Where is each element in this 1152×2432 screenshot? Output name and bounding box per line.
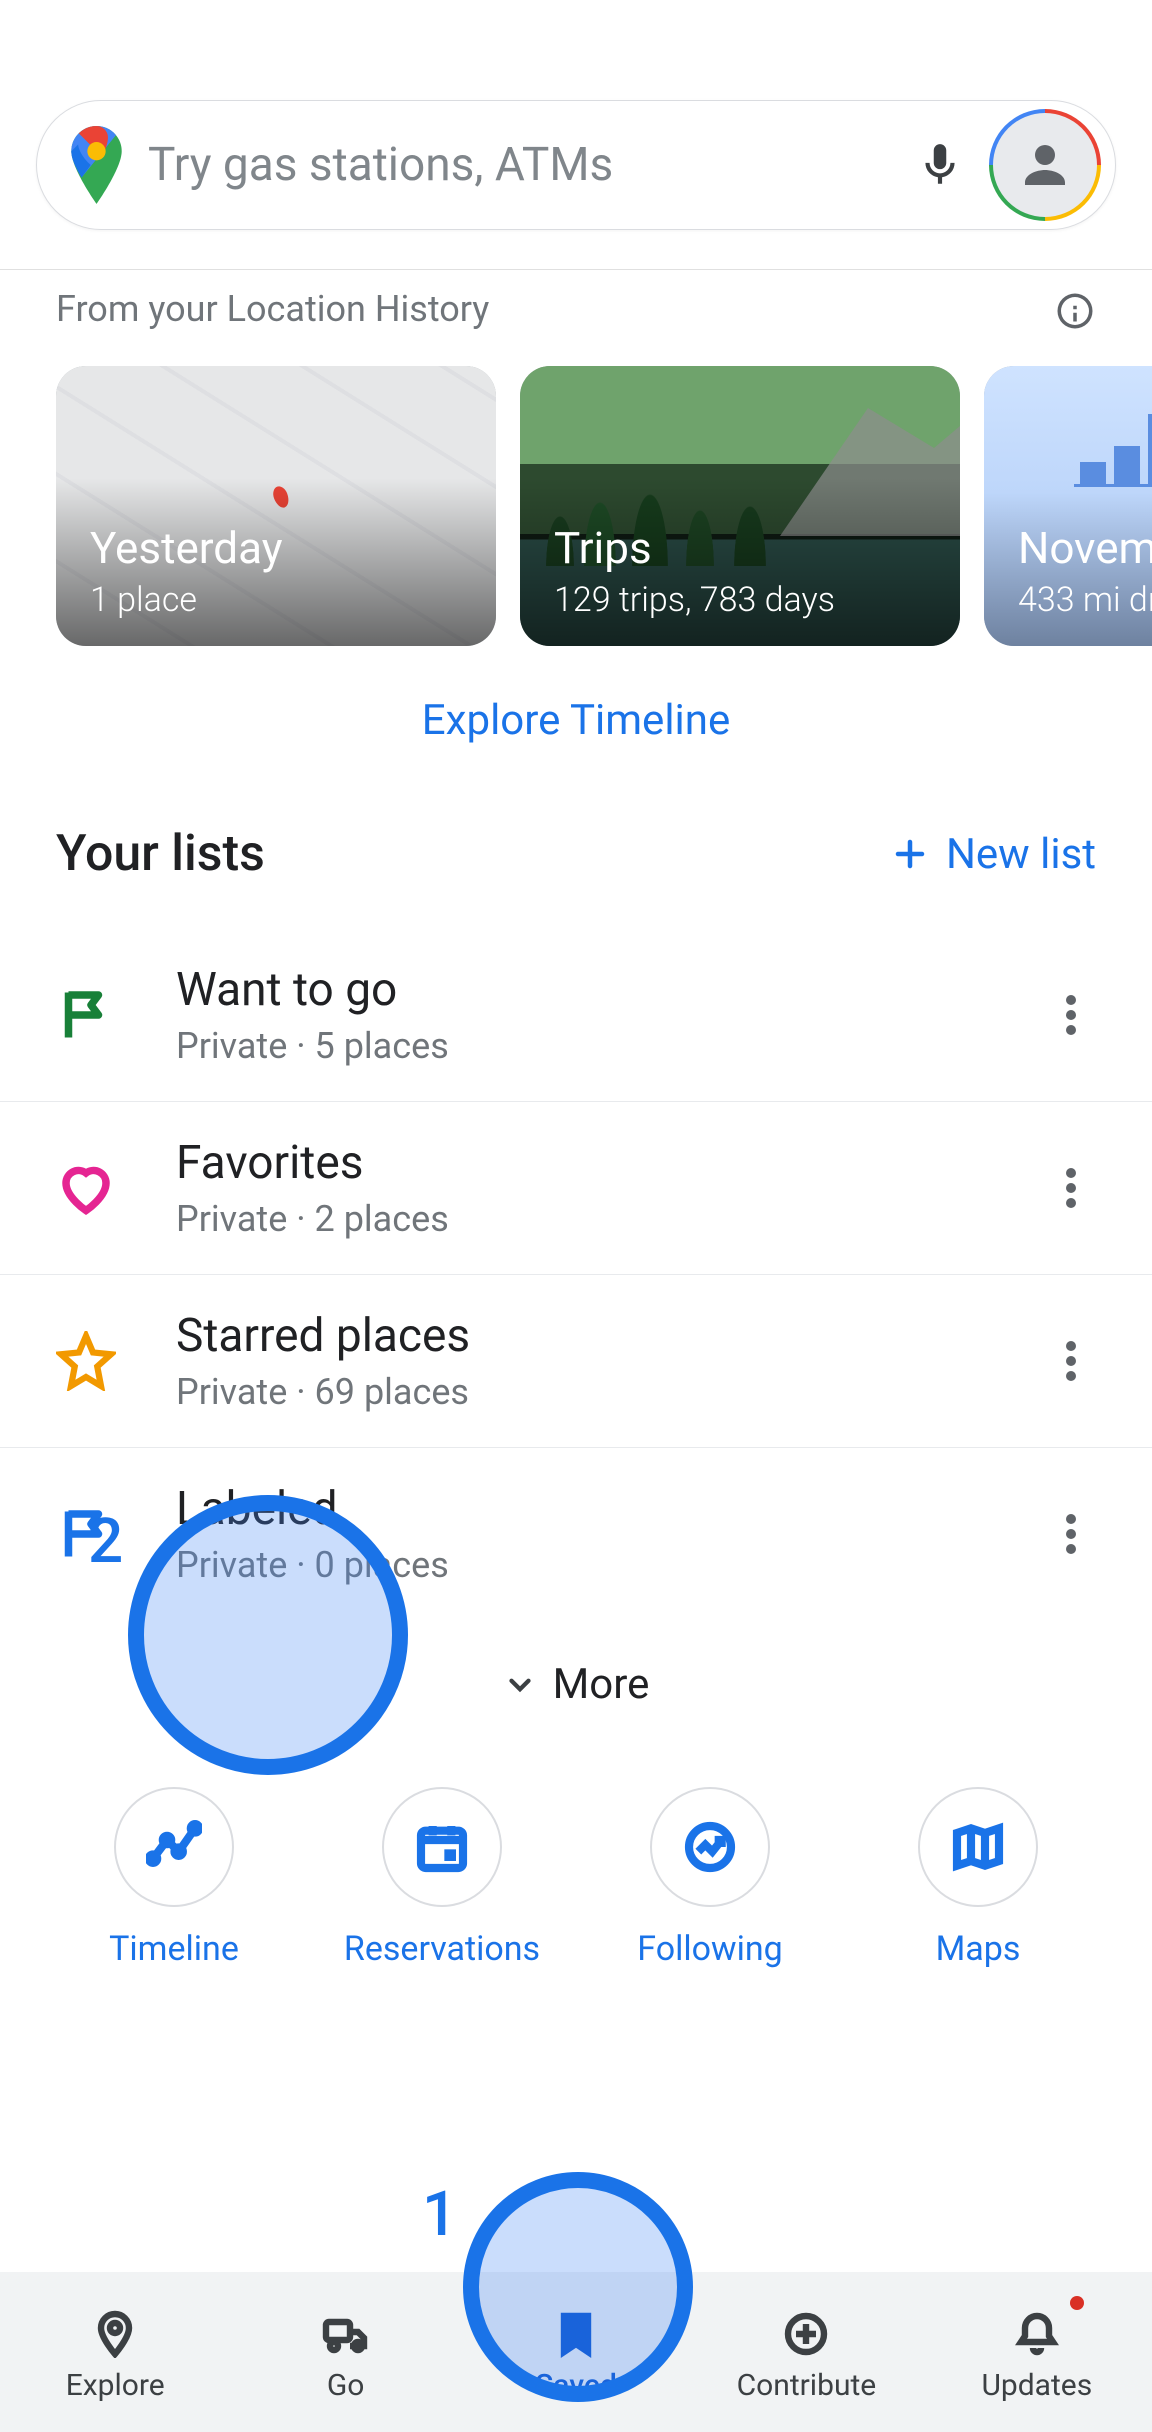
nav-label: Go (327, 2368, 365, 2403)
nav-saved[interactable]: Saved (461, 2272, 691, 2432)
list-subtitle: Private · 0 places (176, 1544, 1046, 1586)
your-lists-heading: Your lists (56, 825, 265, 883)
list-title: Labeled (176, 1482, 1046, 1536)
list-subtitle: Private · 69 places (176, 1371, 1046, 1413)
quick-action-reservations[interactable]: Reservations (332, 1787, 552, 1969)
commute-icon (322, 2310, 370, 2358)
chevron-down-icon (503, 1668, 537, 1702)
bookmark-icon (552, 2310, 600, 2358)
quick-label: Maps (936, 1929, 1021, 1969)
timeline-card-yesterday[interactable]: Yesterday 1 place (56, 366, 496, 646)
list-subtitle: Private · 5 places (176, 1025, 1046, 1067)
list-item-favorites[interactable]: Favorites Private · 2 places (0, 1102, 1152, 1275)
flag-icon (56, 1504, 116, 1564)
list-title: Want to go (176, 963, 1046, 1017)
timeline-card-trips[interactable]: Trips 129 trips, 783 days (520, 366, 960, 646)
top-bar: Try gas stations, ATMs (0, 0, 1152, 270)
nav-label: Saved (535, 2368, 617, 2403)
nav-contribute[interactable]: Contribute (691, 2272, 921, 2432)
account-avatar[interactable] (995, 115, 1095, 215)
bottom-nav: Explore Go Saved Contribute Updates (0, 2272, 1152, 2432)
quick-label: Following (637, 1929, 782, 1969)
quick-actions-row: Timeline Reservations Following Maps (0, 1769, 1152, 2009)
card-subtitle: 129 trips, 783 days (554, 580, 926, 620)
microphone-icon[interactable] (915, 140, 965, 190)
list-title: Starred places (176, 1309, 1046, 1363)
list-item-want-to-go[interactable]: Want to go Private · 5 places (0, 929, 1152, 1102)
search-placeholder: Try gas stations, ATMs (148, 138, 885, 192)
pin-icon (91, 2310, 139, 2358)
list-subtitle: Private · 2 places (176, 1198, 1046, 1240)
nav-updates[interactable]: Updates (922, 2272, 1152, 2432)
quick-action-maps[interactable]: Maps (868, 1787, 1088, 1969)
notification-badge-icon (1070, 2296, 1084, 2310)
card-title: Trips (554, 524, 926, 572)
plus-icon (892, 836, 928, 872)
card-subtitle: 433 mi driven (1018, 580, 1152, 620)
flag-icon (56, 985, 116, 1045)
nav-go[interactable]: Go (230, 2272, 460, 2432)
card-title: November (1018, 524, 1152, 572)
your-lists-header: Your lists New list (0, 825, 1152, 883)
new-list-button[interactable]: New list (892, 830, 1096, 879)
card-subtitle: 1 place (90, 580, 462, 620)
new-list-label: New list (946, 830, 1096, 879)
plus-circle-icon (782, 2310, 830, 2358)
card-title: Yesterday (90, 524, 462, 572)
more-options-button[interactable] (1046, 1509, 1096, 1559)
lists-container: Want to go Private · 5 places Favorites … (0, 929, 1152, 1620)
timeline-card-month[interactable]: November 433 mi driven (984, 366, 1152, 646)
quick-label: Timeline (109, 1929, 239, 1969)
visited-cards-row: Yesterday 1 place Trips 129 trips, 783 d… (0, 330, 1152, 646)
more-options-button[interactable] (1046, 990, 1096, 1040)
more-label: More (553, 1660, 650, 1709)
info-icon[interactable] (1054, 290, 1096, 336)
more-options-button[interactable] (1046, 1163, 1096, 1213)
list-item-starred[interactable]: Starred places Private · 69 places (0, 1275, 1152, 1448)
explore-timeline-link[interactable]: Explore Timeline (422, 696, 730, 745)
quick-action-timeline[interactable]: Timeline (64, 1787, 284, 1969)
quick-label: Reservations (344, 1929, 540, 1969)
spark-icon (146, 1819, 202, 1875)
nav-label: Updates (981, 2368, 1092, 2403)
list-item-labeled[interactable]: Labeled Private · 0 places (0, 1448, 1152, 1620)
quick-action-following[interactable]: Following (600, 1787, 820, 1969)
maps-logo-icon (69, 128, 124, 203)
nav-label: Contribute (737, 2368, 877, 2403)
nav-label: Explore (66, 2368, 165, 2403)
trend-icon (682, 1819, 738, 1875)
visited-section: From your Location History (0, 288, 1152, 330)
list-title: Favorites (176, 1136, 1046, 1190)
calendar-icon (414, 1819, 470, 1875)
nav-explore[interactable]: Explore (0, 2272, 230, 2432)
visited-subtitle: From your Location History (56, 288, 1096, 330)
heart-icon (56, 1158, 116, 1218)
more-lists-button[interactable]: More (0, 1620, 1152, 1769)
star-icon (56, 1331, 116, 1391)
search-bar[interactable]: Try gas stations, ATMs (36, 100, 1116, 230)
bell-icon (1013, 2310, 1061, 2358)
more-options-button[interactable] (1046, 1336, 1096, 1386)
map-icon (950, 1819, 1006, 1875)
